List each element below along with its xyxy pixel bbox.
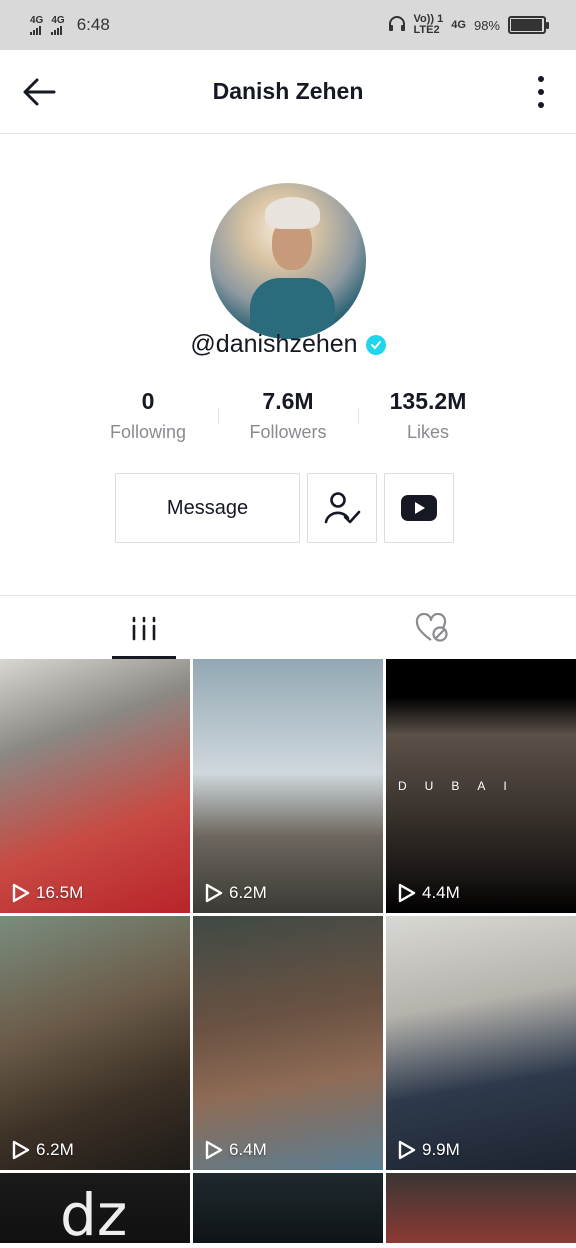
play-icon bbox=[205, 883, 223, 903]
video-thumbnail[interactable]: dz bbox=[0, 1173, 190, 1243]
username: @danishzehen bbox=[190, 330, 358, 358]
view-count: 16.5M bbox=[12, 883, 83, 903]
username-row: @danishzehen bbox=[0, 330, 576, 359]
view-count-text: 9.9M bbox=[422, 1140, 460, 1159]
youtube-button[interactable] bbox=[384, 473, 454, 543]
stat-label: Likes bbox=[406, 422, 450, 442]
signal-bars-icon bbox=[51, 25, 63, 35]
play-icon bbox=[398, 1140, 416, 1160]
view-count-text: 6.2M bbox=[229, 883, 267, 902]
video-thumbnail[interactable] bbox=[386, 1173, 576, 1243]
status-bar: 4G 4G 6:48 Vo)) 1 LTE2 4G 98% bbox=[0, 0, 576, 50]
profile-actions: Message bbox=[115, 473, 454, 543]
dz-logo: dz bbox=[60, 1181, 128, 1243]
signal-1: 4G bbox=[30, 14, 44, 35]
dot-icon bbox=[538, 89, 544, 95]
dot-icon bbox=[538, 102, 544, 108]
stat-label: Following bbox=[109, 422, 187, 442]
profile-header: Danish Zehen bbox=[0, 50, 576, 134]
profile-tabs bbox=[0, 595, 576, 659]
view-count: 9.9M bbox=[398, 1140, 460, 1160]
videos-grid-icon bbox=[132, 616, 156, 640]
video-thumbnail[interactable]: 6.2M bbox=[193, 659, 383, 913]
carrier-info: Vo)) 1 LTE2 bbox=[414, 14, 444, 36]
play-icon bbox=[398, 883, 416, 903]
status-time: 6:48 bbox=[76, 15, 110, 34]
view-count: 6.2M bbox=[12, 1140, 74, 1160]
network-label-3: 4G bbox=[451, 19, 466, 31]
signal-2: 4G bbox=[51, 14, 65, 35]
video-thumbnail[interactable]: 6.2M bbox=[0, 916, 190, 1170]
view-count-text: 6.4M bbox=[229, 1140, 267, 1159]
tab-videos[interactable] bbox=[0, 596, 288, 659]
stat-value: 0 bbox=[141, 388, 155, 414]
status-right: Vo)) 1 LTE2 4G 98% bbox=[388, 14, 549, 36]
video-thumbnail[interactable] bbox=[193, 1173, 383, 1243]
arrow-left-icon bbox=[23, 78, 56, 106]
liked-hidden-icon bbox=[415, 612, 448, 642]
back-button[interactable] bbox=[22, 74, 62, 110]
dot-icon bbox=[538, 76, 544, 82]
stat-label: Followers bbox=[249, 422, 327, 442]
video-thumbnail[interactable]: DUBAI 4.4M bbox=[386, 659, 576, 913]
play-icon bbox=[12, 883, 30, 903]
stat-value: 7.6M bbox=[262, 388, 314, 414]
play-icon bbox=[12, 1140, 30, 1160]
stat-likes[interactable]: 135.2M Likes bbox=[358, 386, 498, 443]
video-thumbnail[interactable]: 6.4M bbox=[193, 916, 383, 1170]
profile-stats: 0 Following 7.6M Followers 135.2M Likes bbox=[78, 386, 498, 443]
avatar bbox=[210, 183, 366, 339]
user-check-icon bbox=[324, 492, 361, 524]
view-count: 6.4M bbox=[205, 1140, 267, 1160]
network-label-1: 4G bbox=[30, 14, 44, 26]
carrier-line-2: LTE2 bbox=[413, 24, 440, 36]
network-label-2: 4G bbox=[51, 14, 65, 26]
message-button[interactable]: Message bbox=[115, 473, 300, 543]
stat-value: 135.2M bbox=[389, 388, 467, 414]
play-icon bbox=[205, 1140, 223, 1160]
video-thumbnail[interactable]: 16.5M bbox=[0, 659, 190, 913]
stat-followers[interactable]: 7.6M Followers bbox=[218, 386, 358, 443]
headphones-icon bbox=[388, 15, 406, 36]
more-options-button[interactable] bbox=[536, 76, 546, 108]
video-grid: 16.5M 6.2M DUBAI 4.4M 6.2M 6.4M 9.9M dz bbox=[0, 659, 576, 1243]
view-count-text: 6.2M bbox=[36, 1140, 74, 1159]
view-count: 6.2M bbox=[205, 883, 267, 903]
youtube-icon bbox=[401, 495, 437, 521]
view-count-text: 16.5M bbox=[36, 883, 84, 902]
video-thumbnail[interactable]: 9.9M bbox=[386, 916, 576, 1170]
video-caption: DUBAI bbox=[398, 779, 525, 793]
page-title: Danish Zehen bbox=[212, 78, 364, 104]
stat-following[interactable]: 0 Following bbox=[78, 386, 218, 443]
battery-percent: 98% bbox=[473, 17, 500, 33]
following-status-button[interactable] bbox=[307, 473, 377, 543]
view-count-text: 4.4M bbox=[422, 883, 460, 902]
status-left: 4G 4G 6:48 bbox=[30, 15, 110, 35]
signal-bars-icon bbox=[30, 25, 41, 35]
tab-liked[interactable] bbox=[288, 596, 576, 659]
battery-icon bbox=[508, 16, 549, 34]
verified-badge-icon bbox=[365, 334, 386, 355]
view-count: 4.4M bbox=[398, 883, 460, 903]
